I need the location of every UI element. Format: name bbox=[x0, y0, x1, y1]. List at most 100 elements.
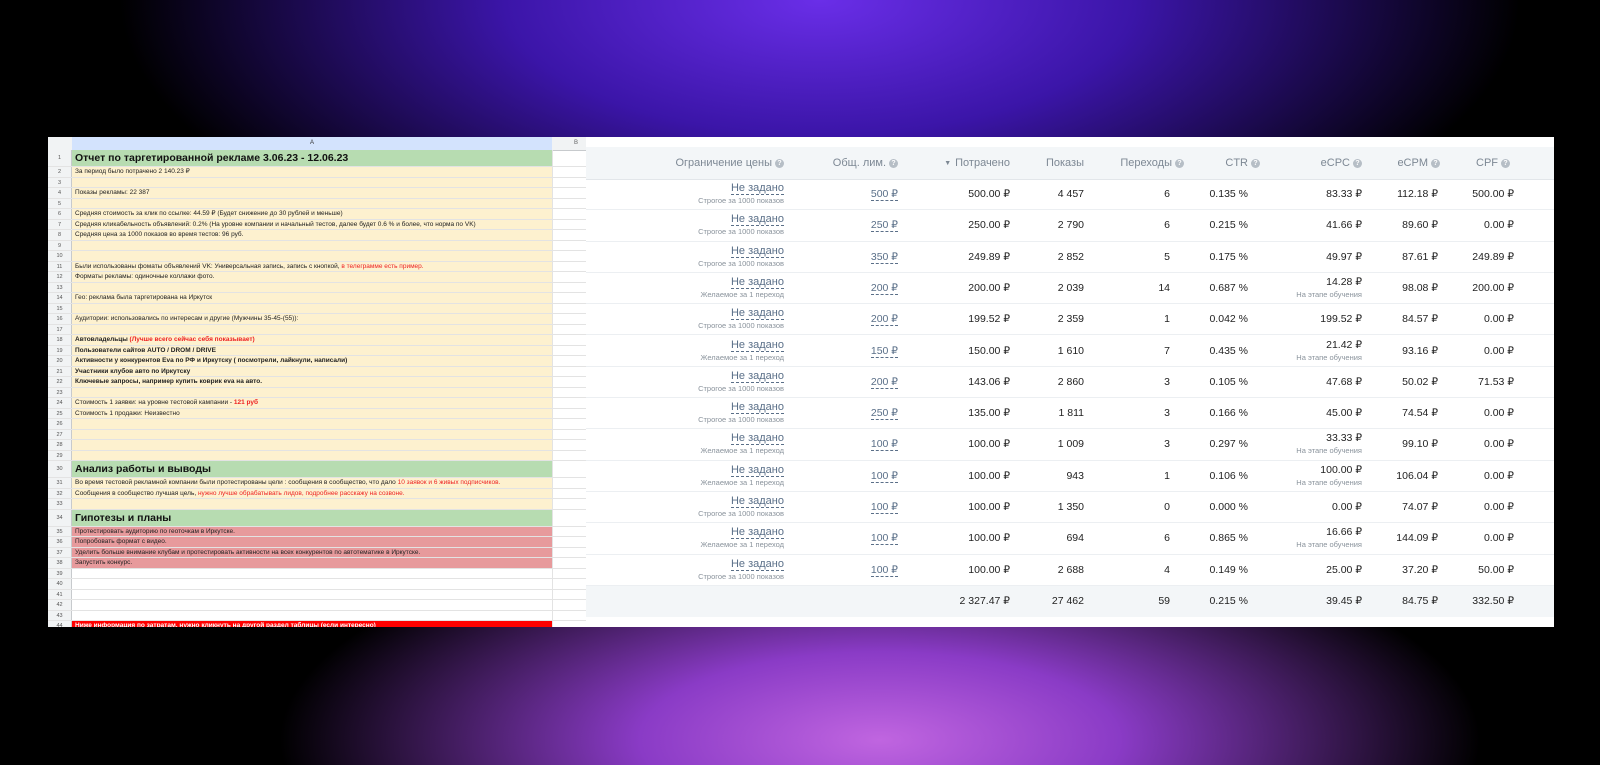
price-limit-link[interactable]: Не задано bbox=[730, 276, 784, 289]
row-number[interactable]: 18 bbox=[48, 335, 72, 345]
help-icon[interactable]: ? bbox=[889, 159, 898, 168]
row-number[interactable]: 25 bbox=[48, 408, 72, 418]
price-limit-link[interactable]: Не задано bbox=[730, 401, 784, 415]
row-number[interactable]: 40 bbox=[48, 579, 72, 589]
price-limit-link[interactable]: Не задано bbox=[730, 495, 784, 508]
total-limit-link[interactable]: 500 ₽ bbox=[870, 188, 898, 201]
table-row[interactable]: Не задано Строгое за 1000 показов 100 ₽ 100… bbox=[586, 492, 1554, 524]
total-limit-cell[interactable]: 100 ₽ bbox=[838, 461, 898, 492]
price-limit-link[interactable]: Не задано bbox=[730, 464, 784, 477]
sheet-cell[interactable]: Средняя стоимость за клик по ссылке: 44.… bbox=[72, 209, 552, 219]
price-limit-link[interactable]: Не задано bbox=[730, 558, 784, 571]
price-limit-link[interactable]: Не задано bbox=[730, 213, 784, 227]
row-number[interactable]: 44 bbox=[48, 621, 72, 627]
sheet-cell[interactable]: Средняя кликабельность объявлений: 0.2% … bbox=[72, 219, 552, 229]
row-number[interactable]: 19 bbox=[48, 345, 72, 355]
sheet-cell[interactable]: Средняя цена за 1000 показов во время те… bbox=[72, 230, 552, 240]
table-row[interactable]: Не задано Строгое за 1000 показов 200 ₽ 143… bbox=[586, 367, 1554, 399]
sheet-cell[interactable]: Участники клубов авто по Иркутску bbox=[72, 366, 552, 376]
row-number[interactable]: 17 bbox=[48, 324, 72, 334]
row-number[interactable]: 9 bbox=[48, 240, 72, 250]
total-limit-cell[interactable]: 200 ₽ bbox=[838, 273, 898, 304]
sheet-cell[interactable]: Сообщения в сообщество лучшая цель, нужн… bbox=[72, 488, 552, 498]
sheet-cell[interactable] bbox=[72, 590, 552, 600]
total-limit-link[interactable]: 200 ₽ bbox=[870, 376, 898, 389]
sheet-cell[interactable] bbox=[72, 303, 552, 313]
table-row[interactable]: Не задано Строгое за 1000 показов 100 ₽ 100… bbox=[586, 555, 1554, 586]
total-limit-cell[interactable]: 100 ₽ bbox=[838, 429, 898, 460]
sheet-cell[interactable] bbox=[72, 324, 552, 334]
row-number[interactable]: 8 bbox=[48, 230, 72, 240]
row-number[interactable]: 41 bbox=[48, 589, 72, 599]
sheet-cell[interactable] bbox=[72, 600, 552, 610]
row-number[interactable]: 31 bbox=[48, 478, 72, 488]
header-price-limit[interactable]: Ограничение цены? bbox=[675, 147, 784, 179]
sheet-cell[interactable] bbox=[72, 440, 552, 450]
sheet-cell[interactable]: Стоимость 1 продажи: Неизвестно bbox=[72, 408, 552, 418]
header-ctr[interactable]: CTR? bbox=[1225, 147, 1260, 179]
help-icon[interactable]: ? bbox=[1501, 159, 1510, 168]
price-limit-link[interactable]: Не задано bbox=[730, 432, 784, 446]
row-number[interactable]: 21 bbox=[48, 366, 72, 376]
row-number[interactable]: 28 bbox=[48, 440, 72, 450]
header-ecpc[interactable]: eCPC? bbox=[1321, 147, 1362, 179]
price-limit-link[interactable]: Не задано bbox=[730, 339, 784, 352]
sheet-cell[interactable]: Уделить больше внимание клубам и протест… bbox=[72, 547, 552, 557]
price-limit-cell[interactable]: Не задано Строгое за 1000 показов bbox=[664, 492, 784, 523]
price-limit-cell[interactable]: Не задано Строгое за 1000 показов bbox=[664, 398, 784, 429]
sheet-cell[interactable] bbox=[72, 387, 552, 397]
table-row[interactable]: Не задано Строгое за 1000 показов 350 ₽ 249… bbox=[586, 242, 1554, 273]
total-limit-link[interactable]: 100 ₽ bbox=[870, 564, 898, 577]
row-number[interactable]: 24 bbox=[48, 398, 72, 408]
sheet-cell[interactable] bbox=[72, 240, 552, 250]
sheet-cell[interactable]: Попробовать формат с видео. bbox=[72, 537, 552, 547]
row-number[interactable]: 37 bbox=[48, 547, 72, 557]
sheet-cell[interactable]: Гипотезы и планы bbox=[72, 509, 552, 526]
total-limit-link[interactable]: 200 ₽ bbox=[870, 313, 898, 327]
row-number[interactable]: 34 bbox=[48, 509, 72, 526]
row-number[interactable]: 43 bbox=[48, 610, 72, 620]
help-icon[interactable]: ? bbox=[1175, 159, 1184, 168]
sheet-cell[interactable]: Форматы рекламы: одиночные коллажи фото. bbox=[72, 272, 552, 282]
row-number[interactable]: 4 bbox=[48, 188, 72, 198]
table-row[interactable]: Не задано Строгое за 1000 показов 200 ₽ 199… bbox=[586, 304, 1554, 336]
row-number[interactable]: 42 bbox=[48, 600, 72, 610]
row-number[interactable]: 3 bbox=[48, 177, 72, 187]
price-limit-cell[interactable]: Не задано Строгое за 1000 показов bbox=[664, 367, 784, 398]
row-number[interactable]: 36 bbox=[48, 537, 72, 547]
help-icon[interactable]: ? bbox=[1353, 159, 1362, 168]
total-limit-link[interactable]: 350 ₽ bbox=[870, 251, 898, 264]
row-number[interactable]: 32 bbox=[48, 488, 72, 498]
row-number[interactable]: 14 bbox=[48, 293, 72, 303]
table-row[interactable]: Не задано Строгое за 1000 показов 500 ₽ 500… bbox=[586, 179, 1554, 211]
sheet-cell[interactable]: За период было потрачено 2 140.23 ₽ bbox=[72, 167, 552, 177]
sheet-cell[interactable]: Ниже информация по затратам, нужно кликн… bbox=[72, 621, 552, 627]
price-limit-cell[interactable]: Не задано Строгое за 1000 показов bbox=[664, 242, 784, 273]
column-a-header[interactable]: A bbox=[72, 137, 552, 150]
row-number[interactable]: 22 bbox=[48, 377, 72, 387]
total-limit-link[interactable]: 250 ₽ bbox=[870, 219, 898, 233]
row-number[interactable]: 11 bbox=[48, 261, 72, 271]
price-limit-cell[interactable]: Не задано Строгое за 1000 показов bbox=[664, 304, 784, 335]
sheet-cell[interactable]: Были использованы фоматы объявлений VK: … bbox=[72, 261, 552, 271]
sheet-cell[interactable] bbox=[72, 450, 552, 460]
sheet-cell[interactable]: Запустить конкурс. bbox=[72, 558, 552, 568]
total-limit-cell[interactable]: 100 ₽ bbox=[838, 555, 898, 586]
price-limit-cell[interactable]: Не задано Строгое за 1000 показов bbox=[664, 179, 784, 210]
table-row[interactable]: Не задано Желаемое за 1 переход 150 ₽ 150.0… bbox=[586, 336, 1554, 367]
total-limit-cell[interactable]: 250 ₽ bbox=[838, 210, 898, 241]
total-limit-cell[interactable]: 500 ₽ bbox=[838, 179, 898, 210]
sheet-cell[interactable] bbox=[72, 419, 552, 429]
table-row[interactable]: Не задано Строгое за 1000 показов 250 ₽ 135… bbox=[586, 398, 1554, 430]
table-row[interactable]: Не задано Желаемое за 1 переход 100 ₽ 100.0… bbox=[586, 429, 1554, 461]
row-number[interactable]: 23 bbox=[48, 387, 72, 397]
row-number[interactable]: 6 bbox=[48, 209, 72, 219]
sheet-cell[interactable]: Аудитории: использовались по интересам и… bbox=[72, 314, 552, 324]
row-number[interactable]: 7 bbox=[48, 219, 72, 229]
sheet-cell[interactable] bbox=[72, 611, 552, 621]
sheet-cell[interactable] bbox=[72, 282, 552, 292]
row-number[interactable]: 16 bbox=[48, 314, 72, 324]
help-icon[interactable]: ? bbox=[775, 159, 784, 168]
sheet-cell[interactable]: Стоимость 1 заявки: на уровне тестовой к… bbox=[72, 398, 552, 408]
header-spent[interactable]: ▼ Потрачено bbox=[944, 147, 1010, 179]
